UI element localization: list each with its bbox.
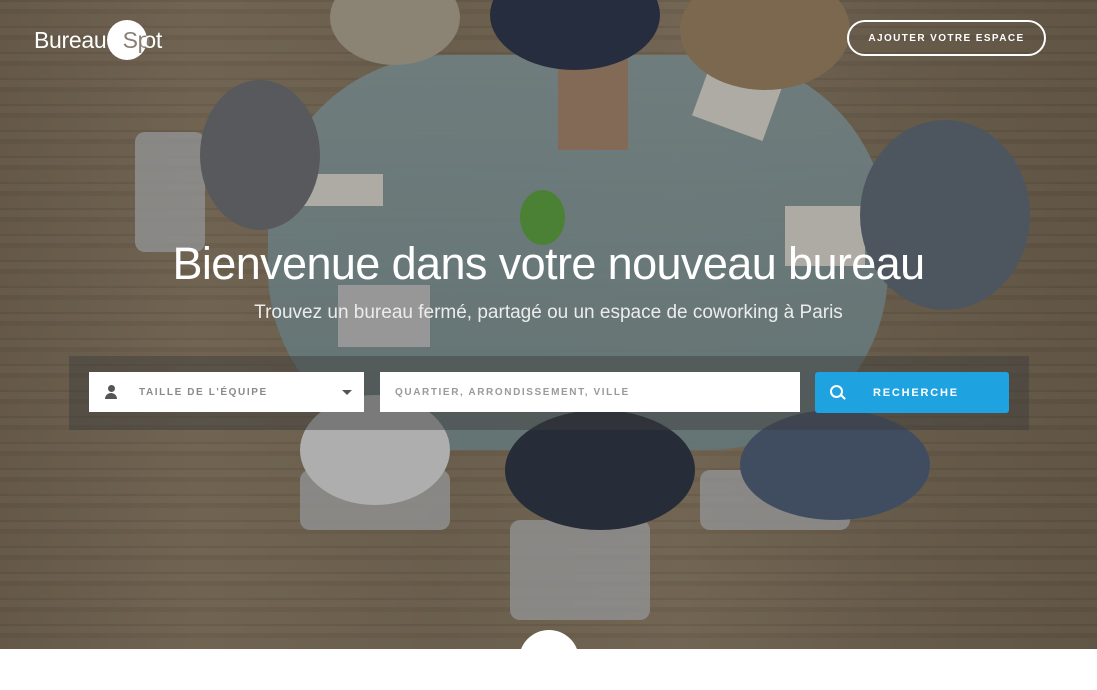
page-subtitle: Trouvez un bureau fermé, partagé ou un e… bbox=[254, 302, 843, 323]
add-space-button[interactable]: AJOUTER VOTRE ESPACE bbox=[847, 20, 1046, 56]
logo-text: ot bbox=[143, 26, 162, 53]
scroll-down-button[interactable] bbox=[519, 630, 579, 690]
search-button-label: RECHERCHE bbox=[873, 386, 959, 399]
hero-background-photo bbox=[0, 0, 1097, 649]
logo-text: Bureau bbox=[34, 26, 107, 53]
page-title: Bienvenue dans votre nouveau bureau bbox=[172, 238, 925, 289]
team-size-select[interactable]: TAILLE DE L'ÉQUIPE bbox=[89, 372, 364, 412]
location-input[interactable] bbox=[380, 372, 800, 412]
chevron-down-icon bbox=[342, 390, 352, 395]
team-size-label: TAILLE DE L'ÉQUIPE bbox=[139, 386, 268, 398]
search-button[interactable]: RECHERCHE bbox=[815, 372, 1009, 413]
logo-disc: Sp bbox=[107, 20, 150, 60]
hero-overlay bbox=[0, 0, 1097, 649]
search-icon bbox=[830, 384, 846, 401]
brand-logo[interactable]: Bureau Sp ot bbox=[34, 20, 162, 60]
person-icon bbox=[105, 385, 117, 399]
